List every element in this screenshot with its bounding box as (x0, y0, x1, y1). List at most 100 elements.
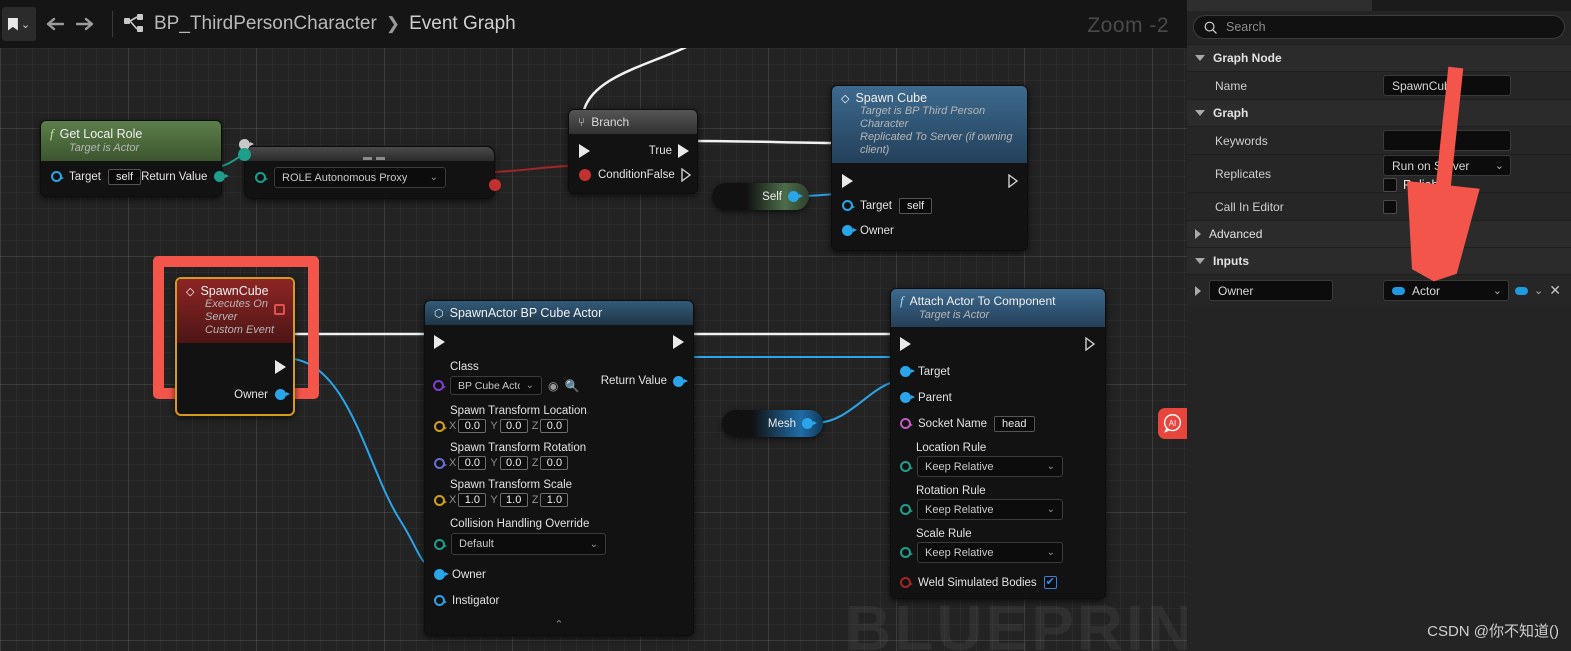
call-in-editor-checkbox[interactable] (1383, 199, 1397, 214)
node-equal-enum[interactable]: ROLE Autonomous Proxy ⌄ (239, 139, 501, 199)
input-name-field[interactable]: Owner (1209, 280, 1333, 301)
scale-rule-dropdown[interactable]: Keep Relative ⌄ (917, 542, 1063, 563)
input-expander[interactable] (1187, 285, 1209, 296)
pin-exec-out[interactable] (673, 334, 684, 349)
scale-y-field[interactable]: 1.0 (499, 493, 528, 507)
pin-exec-out[interactable] (1008, 173, 1019, 188)
node-branch[interactable]: ⑂ Branch True Condition False (568, 109, 698, 194)
target-value-field[interactable]: self (898, 197, 933, 214)
panel-tab-strip[interactable] (1187, 0, 1571, 11)
pin-location-rule[interactable] (900, 461, 913, 472)
pin-scale-rule[interactable] (900, 547, 913, 558)
rotation-z-field[interactable]: 0.0 (540, 456, 569, 470)
pin-owner[interactable] (842, 225, 857, 236)
pin-exec-out[interactable] (1085, 336, 1096, 351)
pin-mesh-out[interactable] (802, 418, 817, 429)
location-rule-dropdown[interactable]: Keep Relative ⌄ (917, 456, 1063, 477)
search-input[interactable] (1226, 20, 1555, 34)
back-button[interactable] (36, 7, 70, 41)
node-spawn-cube-event[interactable]: ◇ SpawnCube Executes On Server Custom Ev… (175, 277, 295, 416)
container-type-icon[interactable] (1515, 286, 1528, 295)
reliable-checkbox[interactable] (1383, 178, 1397, 192)
pin-equal-result[interactable] (489, 179, 501, 191)
event-graph-canvas[interactable]: BLUEPRINT (0, 0, 1187, 651)
rotation-y-field[interactable]: 0.0 (499, 456, 528, 470)
ai-assistant-button[interactable]: AI (1158, 408, 1187, 439)
pin-label-target: Target (69, 170, 101, 183)
rotation-x-field[interactable]: 0.0 (458, 456, 487, 470)
pin-return-value[interactable] (673, 375, 688, 387)
pin-exec-in[interactable] (900, 336, 911, 351)
breadcrumb-leaf[interactable]: Event Graph (409, 13, 516, 35)
section-inputs[interactable]: Inputs (1187, 247, 1571, 274)
node-get-local-role[interactable]: f Get Local Role Target is Actor Target … (40, 120, 230, 197)
pin-enum-input-a[interactable] (238, 148, 251, 161)
reliable-option[interactable]: Reliab (1383, 178, 1438, 192)
pin-instigator[interactable] (434, 595, 447, 606)
scale-x-field[interactable]: 1.0 (458, 493, 487, 507)
pin-exec-out[interactable] (275, 359, 286, 374)
node-spawn-actor[interactable]: ⬡ SpawnActor BP Cube Actor Class BP Cube… (424, 300, 694, 636)
details-search-bar[interactable] (1193, 15, 1565, 39)
pin-exec-in[interactable] (842, 173, 853, 188)
name-field[interactable]: SpawnCube (1383, 75, 1511, 96)
breadcrumb-root[interactable]: BP_ThirdPersonCharacter (154, 13, 377, 35)
node-mesh-variable[interactable]: Mesh (722, 410, 823, 437)
chevron-down-icon (1195, 110, 1205, 116)
pin-weld-simulated-bodies[interactable] (900, 577, 913, 588)
pin-parent[interactable] (900, 392, 915, 403)
pin-spawn-scale[interactable] (434, 494, 447, 506)
rotation-rule-dropdown[interactable]: Keep Relative ⌄ (917, 499, 1063, 520)
pin-target[interactable] (842, 200, 855, 211)
input-type-dropdown[interactable]: Actor ⌄ (1383, 280, 1509, 301)
pin-owner[interactable] (434, 569, 449, 580)
forward-button[interactable] (70, 7, 104, 41)
enum-dropdown[interactable]: ROLE Autonomous Proxy ⌄ (274, 167, 446, 188)
browse-icon[interactable]: ◉ (548, 379, 558, 393)
pin-return-value[interactable] (214, 171, 230, 182)
pin-class[interactable] (433, 380, 446, 391)
pin-condition[interactable] (579, 168, 591, 181)
pin-rotation-rule[interactable] (900, 504, 913, 515)
scale-z-field[interactable]: 1.0 (540, 493, 569, 507)
chevron-down-icon[interactable]: ⌄ (1534, 284, 1543, 297)
location-z-field[interactable]: 0.0 (540, 419, 569, 433)
active-tab[interactable] (1187, 0, 1372, 11)
class-dropdown[interactable]: BP Cube Actor ⌄ (450, 376, 542, 395)
location-x-field[interactable]: 0.0 (458, 419, 487, 433)
section-advanced[interactable]: Advanced (1187, 220, 1571, 247)
collision-dropdown[interactable]: Default ⌄ (451, 533, 606, 555)
socket-name-field[interactable]: head (994, 415, 1035, 432)
ai-icon[interactable]: AI (1158, 408, 1187, 439)
section-graph-node[interactable]: Graph Node (1187, 44, 1571, 71)
replicates-dropdown[interactable]: Run on Server ⌄ (1383, 155, 1511, 176)
node-collapse-grip[interactable] (363, 157, 385, 160)
node-spawn-cube-call[interactable]: ◇ Spawn Cube Target is BP Third Person C… (831, 85, 1028, 251)
pin-spawn-rotation[interactable] (434, 457, 447, 469)
section-graph[interactable]: Graph (1187, 99, 1571, 126)
keywords-field[interactable] (1383, 130, 1511, 151)
pin-exec-in[interactable] (579, 143, 590, 158)
pin-socket-name[interactable] (900, 418, 913, 429)
pin-spawn-location[interactable] (434, 420, 447, 432)
pin-owner-out[interactable] (275, 389, 290, 400)
pin-self-out[interactable] (788, 191, 803, 202)
magnifier-icon[interactable]: 🔍 (564, 379, 579, 393)
pin-target[interactable] (51, 171, 64, 182)
pin-exec-true[interactable] (678, 143, 689, 158)
pin-collision-override[interactable] (434, 538, 447, 550)
close-x-icon[interactable]: ✕ (1549, 282, 1561, 299)
pin-label-condition: Condition (598, 168, 647, 181)
pin-target[interactable] (900, 366, 915, 377)
node-attach-actor-to-component[interactable]: f Attach Actor To Component Target is Ac… (890, 288, 1106, 599)
node-self-variable[interactable]: Self (712, 183, 809, 210)
pin-exec-false[interactable] (681, 167, 692, 182)
asset-dropdown-button[interactable]: ⌄ (2, 7, 36, 41)
location-y-field[interactable]: 0.0 (499, 419, 528, 433)
pin-enum-b[interactable] (255, 172, 268, 183)
target-value-field[interactable]: self (107, 168, 142, 185)
pin-exec-in[interactable] (434, 334, 445, 349)
pin-label-scale: Spawn Transform Scale (450, 479, 573, 491)
chevron-up-icon[interactable]: ⌃ (425, 616, 693, 631)
weld-checkbox[interactable] (1043, 576, 1057, 589)
